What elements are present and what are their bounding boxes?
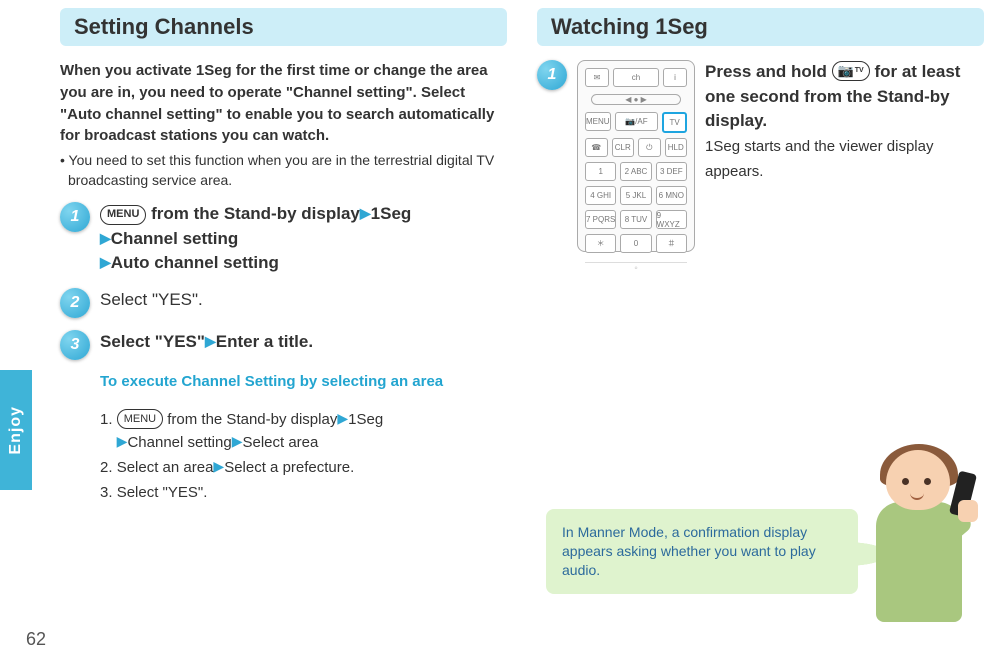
right-step-1: 1 ✉ ch i ◀ ● ▶ MENU 📷/AF TV ☎ CLR ⏻ HL	[537, 60, 984, 252]
remote-key: ＊	[585, 234, 616, 253]
side-tab-label: Enjoy	[7, 406, 25, 455]
chevron-right-icon: ▶	[205, 333, 216, 349]
sub-num: 1.	[100, 411, 113, 428]
person-head	[886, 450, 950, 510]
remote-clr-row: ☎ CLR ⏻ HLD	[585, 138, 687, 157]
remote-key: 1	[585, 162, 616, 181]
step1-path3: Auto channel setting	[111, 253, 279, 272]
remote-hold-key: HLD	[665, 138, 688, 157]
remote-clr-key: CLR	[612, 138, 635, 157]
remote-keypad-row: 4 GHI 5 JKL 6 MNO	[585, 186, 687, 205]
remote-keypad-row: 1 2 ABC 3 DEF	[585, 162, 687, 181]
list-item: 1. MENU from the Stand-by display▶1Seg ▶…	[100, 408, 507, 455]
chevron-right-icon: ▶	[100, 254, 111, 270]
step1-text: from the Stand-by display	[146, 204, 359, 223]
left-column: Setting Channels When you activate 1Seg …	[60, 0, 507, 662]
r-line1-a: Press and hold	[705, 62, 832, 81]
speech-bubble: In Manner Mode, a confirmation display a…	[546, 509, 858, 594]
steps-list: 1 MENU from the Stand-by display▶1Seg ▶C…	[60, 202, 507, 519]
remote-top-row: ✉ ch i	[585, 68, 687, 87]
remote-bottom: ◦	[585, 262, 687, 274]
camera-glyph: 📷	[838, 62, 854, 81]
camera-icon: 📷TV	[832, 61, 870, 81]
sub1-a: from the Stand-by display	[163, 411, 337, 428]
list-item: 3. Select "YES".	[100, 481, 507, 504]
sub1-p1: 1Seg	[348, 411, 383, 428]
chevron-right-icon: ▶	[117, 433, 128, 449]
remote-key: 3 DEF	[656, 162, 687, 181]
sub2-a: Select an area	[117, 459, 214, 476]
remote-key: 0	[620, 234, 651, 253]
speech-bubble-text: In Manner Mode, a confirmation display a…	[562, 524, 816, 578]
chevron-right-icon: ▶	[213, 458, 224, 474]
step1-path2: Channel setting	[111, 229, 239, 248]
menu-button-icon: MENU	[117, 409, 163, 429]
sub1-p2: Channel setting	[127, 434, 231, 451]
remote-key: 7 PQRS	[585, 210, 616, 229]
person-illustration	[846, 444, 986, 654]
remote-key: i	[663, 68, 687, 87]
step-2: 2 Select "YES".	[60, 288, 507, 318]
chevron-right-icon: ▶	[337, 410, 348, 426]
intro-note: You need to set this function when you a…	[68, 151, 507, 190]
remote-dpad-top: ch	[613, 68, 659, 87]
step3-text-a: Select "YES"	[100, 332, 205, 351]
sub-steps-list: 1. MENU from the Stand-by display▶1Seg ▶…	[100, 408, 507, 505]
remote-camera-key: 📷/AF	[615, 112, 659, 131]
person-body	[876, 502, 962, 622]
remote-key: ✉	[585, 68, 609, 87]
remote-dpad: ◀ ● ▶	[591, 94, 681, 105]
person-hand	[958, 500, 978, 522]
sub3-a: Select "YES".	[117, 484, 208, 501]
step-badge: 1	[60, 202, 90, 232]
step-body: MENU from the Stand-by display▶1Seg ▶Cha…	[100, 202, 507, 276]
right-step-text: Press and hold 📷TV for at least one seco…	[705, 60, 984, 183]
chevron-right-icon: ▶	[232, 433, 243, 449]
r-line2: 1Seg starts and the viewer display appea…	[705, 138, 933, 180]
remote-menu-row: MENU 📷/AF TV	[585, 112, 687, 133]
remote-menu-key: MENU	[585, 112, 611, 131]
camera-tv-sub: TV	[855, 66, 864, 76]
menu-button-icon: MENU	[100, 205, 146, 225]
section-title-watching-1seg: Watching 1Seg	[537, 8, 984, 46]
remote-key: 5 JKL	[620, 186, 651, 205]
remote-power-key: ⏻	[638, 138, 661, 157]
remote-key: 2 ABC	[620, 162, 651, 181]
remote-key: 8 TUV	[620, 210, 651, 229]
remote-keypad-row: 7 PQRS 8 TUV 9 WXYZ	[585, 210, 687, 229]
step2-text: Select "YES".	[100, 288, 507, 313]
page: Enjoy 62 Setting Channels When you activ…	[0, 0, 1004, 662]
remote-keypad-row: ＊ 0 ＃	[585, 234, 687, 253]
remote-key: 9 WXYZ	[656, 210, 687, 229]
remote-key: 6 MNO	[656, 186, 687, 205]
chevron-right-icon: ▶	[360, 205, 371, 221]
helper-illustration: In Manner Mode, a confirmation display a…	[546, 434, 986, 654]
remote-key: 4 GHI	[585, 186, 616, 205]
person-eye	[924, 478, 931, 485]
sub-steps-title: To execute Channel Setting by selecting …	[100, 371, 507, 393]
sub2-p1: Select a prefecture.	[224, 459, 354, 476]
list-item: 2. Select an area▶Select a prefecture.	[100, 456, 507, 479]
remote-tv-key-highlight: TV	[662, 112, 687, 133]
person-eye	[902, 478, 909, 485]
remote-key: ☎	[585, 138, 608, 157]
sub-num: 3.	[100, 484, 113, 501]
chevron-right-icon: ▶	[100, 230, 111, 246]
section-title-setting-channels: Setting Channels	[60, 8, 507, 46]
side-tab: Enjoy	[0, 370, 32, 490]
step1-path1: 1Seg	[371, 204, 412, 223]
page-number: 62	[26, 629, 46, 650]
intro-text: When you activate 1Seg for the first tim…	[60, 60, 507, 147]
remote-illustration: ✉ ch i ◀ ● ▶ MENU 📷/AF TV ☎ CLR ⏻ HLD	[577, 60, 695, 252]
step-badge: 3	[60, 330, 90, 360]
remote-key: ＃	[656, 234, 687, 253]
step3-text-b: Enter a title.	[216, 332, 313, 351]
sub1-p3: Select area	[242, 434, 318, 451]
step-3: 3 Select "YES"▶Enter a title. To execute…	[60, 330, 507, 519]
sub-num: 2.	[100, 459, 113, 476]
step-badge: 2	[60, 288, 90, 318]
step-1: 1 MENU from the Stand-by display▶1Seg ▶C…	[60, 202, 507, 276]
step-body: Select "YES"▶Enter a title. To execute C…	[100, 330, 507, 519]
step-badge: 1	[537, 60, 567, 90]
